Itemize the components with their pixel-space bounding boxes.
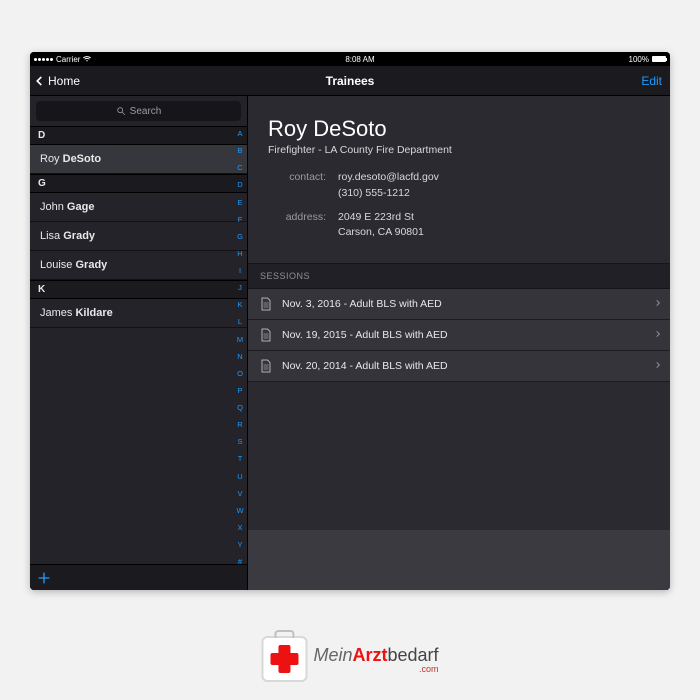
index-letter[interactable]: I xyxy=(239,267,241,275)
sessions-list: Nov. 3, 2016 - Adult BLS with AED Nov. 19… xyxy=(248,289,670,382)
section-header: G xyxy=(30,174,247,193)
chevron-right-icon xyxy=(654,329,662,342)
list-item[interactable]: Lisa Grady xyxy=(30,222,247,251)
index-letter[interactable]: O xyxy=(237,370,243,378)
brand-part2: Arzt xyxy=(352,645,387,665)
list-item[interactable]: Louise Grady xyxy=(30,251,247,280)
index-letter[interactable]: Q xyxy=(237,404,243,412)
index-letter[interactable]: M xyxy=(237,336,243,344)
index-letter[interactable]: K xyxy=(237,301,242,309)
index-letter[interactable]: B xyxy=(237,147,242,155)
contact-phone: (310) 555-1212 xyxy=(338,186,648,202)
back-button[interactable]: Home xyxy=(30,74,80,88)
contact-email: roy.desoto@lacfd.gov xyxy=(338,170,648,186)
document-icon xyxy=(260,297,272,311)
search-placeholder: Search xyxy=(130,106,162,117)
battery-icon xyxy=(652,56,666,62)
section-index[interactable]: A B C D E F G H I J K L M N O P Q R S T U V W X Y # xyxy=(234,130,246,566)
session-label: Nov. 19, 2015 - Adult BLS with AED xyxy=(282,329,448,341)
session-row[interactable]: Nov. 20, 2014 - Adult BLS with AED xyxy=(248,351,670,382)
medkit-icon xyxy=(261,636,307,682)
address-label: address: xyxy=(268,210,326,242)
index-letter[interactable]: E xyxy=(237,199,242,207)
document-icon xyxy=(260,359,272,373)
session-row[interactable]: Nov. 3, 2016 - Adult BLS with AED xyxy=(248,289,670,320)
index-letter[interactable]: X xyxy=(237,524,242,532)
bottom-toolbar xyxy=(30,564,247,590)
brand-part3: bedarf xyxy=(387,645,438,665)
index-letter[interactable]: R xyxy=(237,421,242,429)
brand-part1: Mein xyxy=(313,645,352,665)
section-header: K xyxy=(30,280,247,299)
contact-label: contact: xyxy=(268,170,326,202)
trainee-list: DRoy DeSotoGJohn GageLisa GradyLouise Gr… xyxy=(30,126,247,564)
carrier-label: Carrier xyxy=(56,55,80,64)
detail-footer-band xyxy=(248,530,670,590)
index-letter[interactable]: W xyxy=(236,507,243,515)
trainee-list-sidebar: Search DRoy DeSotoGJohn GageLisa GradyLo… xyxy=(30,96,248,590)
index-letter[interactable]: D xyxy=(237,181,242,189)
trainee-name: Roy DeSoto xyxy=(268,116,648,142)
address-line1: 2049 E 223rd St xyxy=(338,210,648,226)
session-row[interactable]: Nov. 19, 2015 - Adult BLS with AED xyxy=(248,320,670,351)
back-label: Home xyxy=(48,74,80,88)
index-letter[interactable]: H xyxy=(237,250,242,258)
session-label: Nov. 20, 2014 - Adult BLS with AED xyxy=(282,360,448,372)
chevron-left-icon xyxy=(32,74,46,88)
trainee-subtitle: Firefighter - LA County Fire Department xyxy=(268,144,648,156)
clock-label: 8:08 AM xyxy=(91,55,628,64)
app-window: Carrier 8:08 AM 100% Home Trainees Edit … xyxy=(30,52,670,590)
chevron-right-icon xyxy=(654,360,662,373)
wifi-icon xyxy=(83,55,91,63)
index-letter[interactable]: T xyxy=(238,455,243,463)
nav-bar: Home Trainees Edit xyxy=(30,66,670,96)
list-item[interactable]: John Gage xyxy=(30,193,247,222)
index-letter[interactable]: V xyxy=(237,490,242,498)
page-title: Trainees xyxy=(326,74,375,88)
sessions-header: SESSIONS xyxy=(248,263,670,289)
index-letter[interactable]: Y xyxy=(237,541,242,549)
index-letter[interactable]: P xyxy=(237,387,242,395)
address-line2: Carson, CA 90801 xyxy=(338,225,648,241)
brand-logo: MeinArztbedarf .com xyxy=(261,636,438,682)
chevron-right-icon xyxy=(654,298,662,311)
index-letter[interactable]: C xyxy=(237,164,242,172)
trainee-detail: Roy DeSoto Firefighter - LA County Fire … xyxy=(248,96,670,590)
search-input[interactable]: Search xyxy=(36,101,241,121)
list-item[interactable]: James Kildare xyxy=(30,299,247,328)
index-letter[interactable]: N xyxy=(237,353,242,361)
index-letter[interactable]: G xyxy=(237,233,243,241)
index-letter[interactable]: L xyxy=(238,318,242,326)
signal-dots-icon xyxy=(34,58,53,61)
add-button[interactable] xyxy=(36,570,52,586)
index-letter[interactable]: S xyxy=(237,438,242,446)
index-letter[interactable]: A xyxy=(237,130,242,138)
brand-domain: .com xyxy=(313,664,438,674)
index-letter[interactable]: J xyxy=(238,284,242,292)
section-header: D xyxy=(30,126,247,145)
battery-percent-label: 100% xyxy=(629,55,649,64)
index-letter[interactable]: U xyxy=(237,473,242,481)
index-letter[interactable]: F xyxy=(238,216,243,224)
edit-button[interactable]: Edit xyxy=(641,74,662,88)
list-item[interactable]: Roy DeSoto xyxy=(30,145,247,174)
index-letter[interactable]: # xyxy=(238,558,242,566)
session-label: Nov. 3, 2016 - Adult BLS with AED xyxy=(282,298,442,310)
document-icon xyxy=(260,328,272,342)
search-icon xyxy=(116,106,126,116)
status-bar: Carrier 8:08 AM 100% xyxy=(30,52,670,66)
